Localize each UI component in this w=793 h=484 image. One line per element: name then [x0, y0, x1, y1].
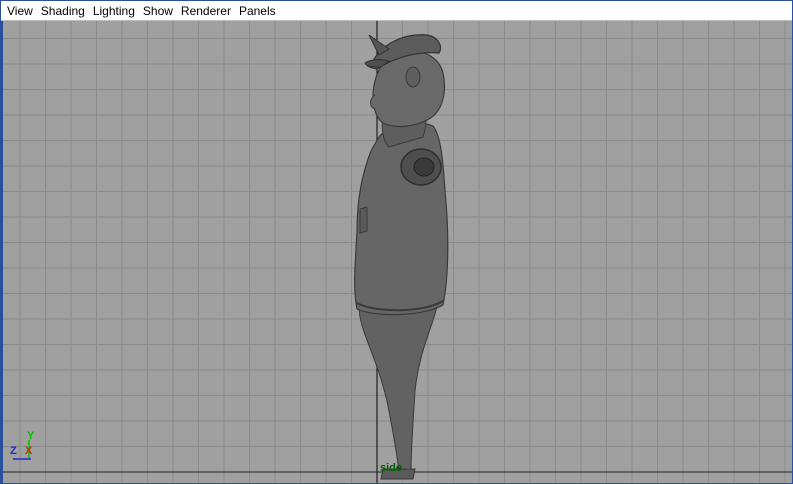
3d-viewport[interactable]: Y Z X side — [1, 21, 792, 483]
panel-menu-bar: View Shading Lighting Show Renderer Pane… — [1, 1, 792, 21]
menu-view[interactable]: View — [3, 1, 37, 21]
pocket-shape — [359, 206, 368, 234]
hand-shape — [413, 157, 435, 177]
ear-shape — [405, 66, 421, 88]
menu-lighting[interactable]: Lighting — [89, 1, 139, 21]
side-viewport-panel: View Shading Lighting Show Renderer Pane… — [0, 0, 793, 484]
menu-renderer[interactable]: Renderer — [177, 1, 235, 21]
axis-gizmo: Y Z X — [9, 430, 39, 462]
y-axis-label: Y — [27, 430, 35, 442]
x-axis-label: X — [25, 445, 33, 457]
menu-show[interactable]: Show — [139, 1, 177, 21]
menu-panels[interactable]: Panels — [235, 1, 280, 21]
camera-name-label: side — [380, 462, 403, 474]
z-axis-label: Z — [10, 445, 17, 457]
viewport-canvas[interactable] — [3, 21, 792, 483]
menu-shading[interactable]: Shading — [37, 1, 89, 21]
